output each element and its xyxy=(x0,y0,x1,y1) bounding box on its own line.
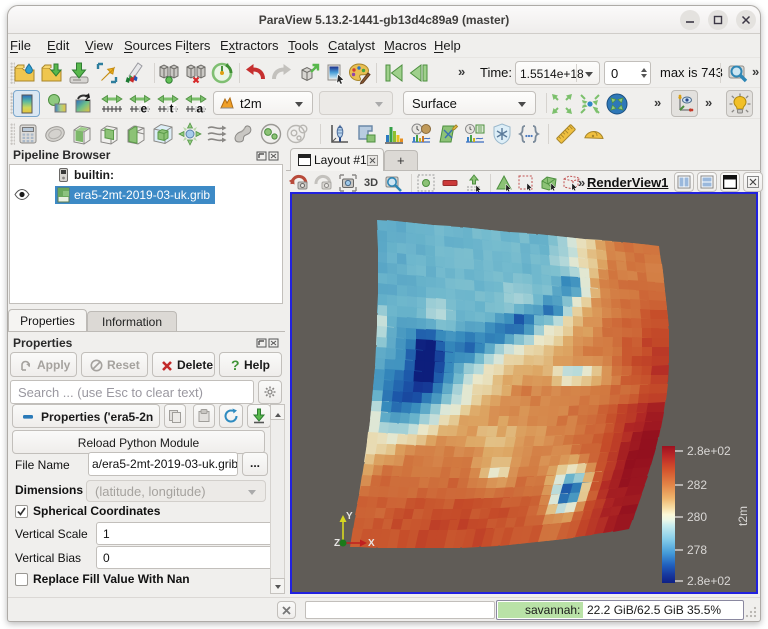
svg-text:X: X xyxy=(368,538,375,549)
svg-text:a: a xyxy=(197,102,204,116)
svg-text:Z: Z xyxy=(334,538,340,549)
svg-text:t: t xyxy=(170,102,174,116)
svg-text:280: 280 xyxy=(687,510,707,524)
svg-text:Y: Y xyxy=(346,511,353,522)
svg-text:282: 282 xyxy=(687,478,707,492)
svg-text:t2m: t2m xyxy=(736,506,750,526)
svg-text:e: e xyxy=(141,102,148,116)
svg-text:2.8e+02: 2.8e+02 xyxy=(687,574,731,588)
svg-text:2: 2 xyxy=(85,93,90,103)
svg-text:2.8e+02: 2.8e+02 xyxy=(687,444,731,458)
svg-text:278: 278 xyxy=(687,543,707,557)
